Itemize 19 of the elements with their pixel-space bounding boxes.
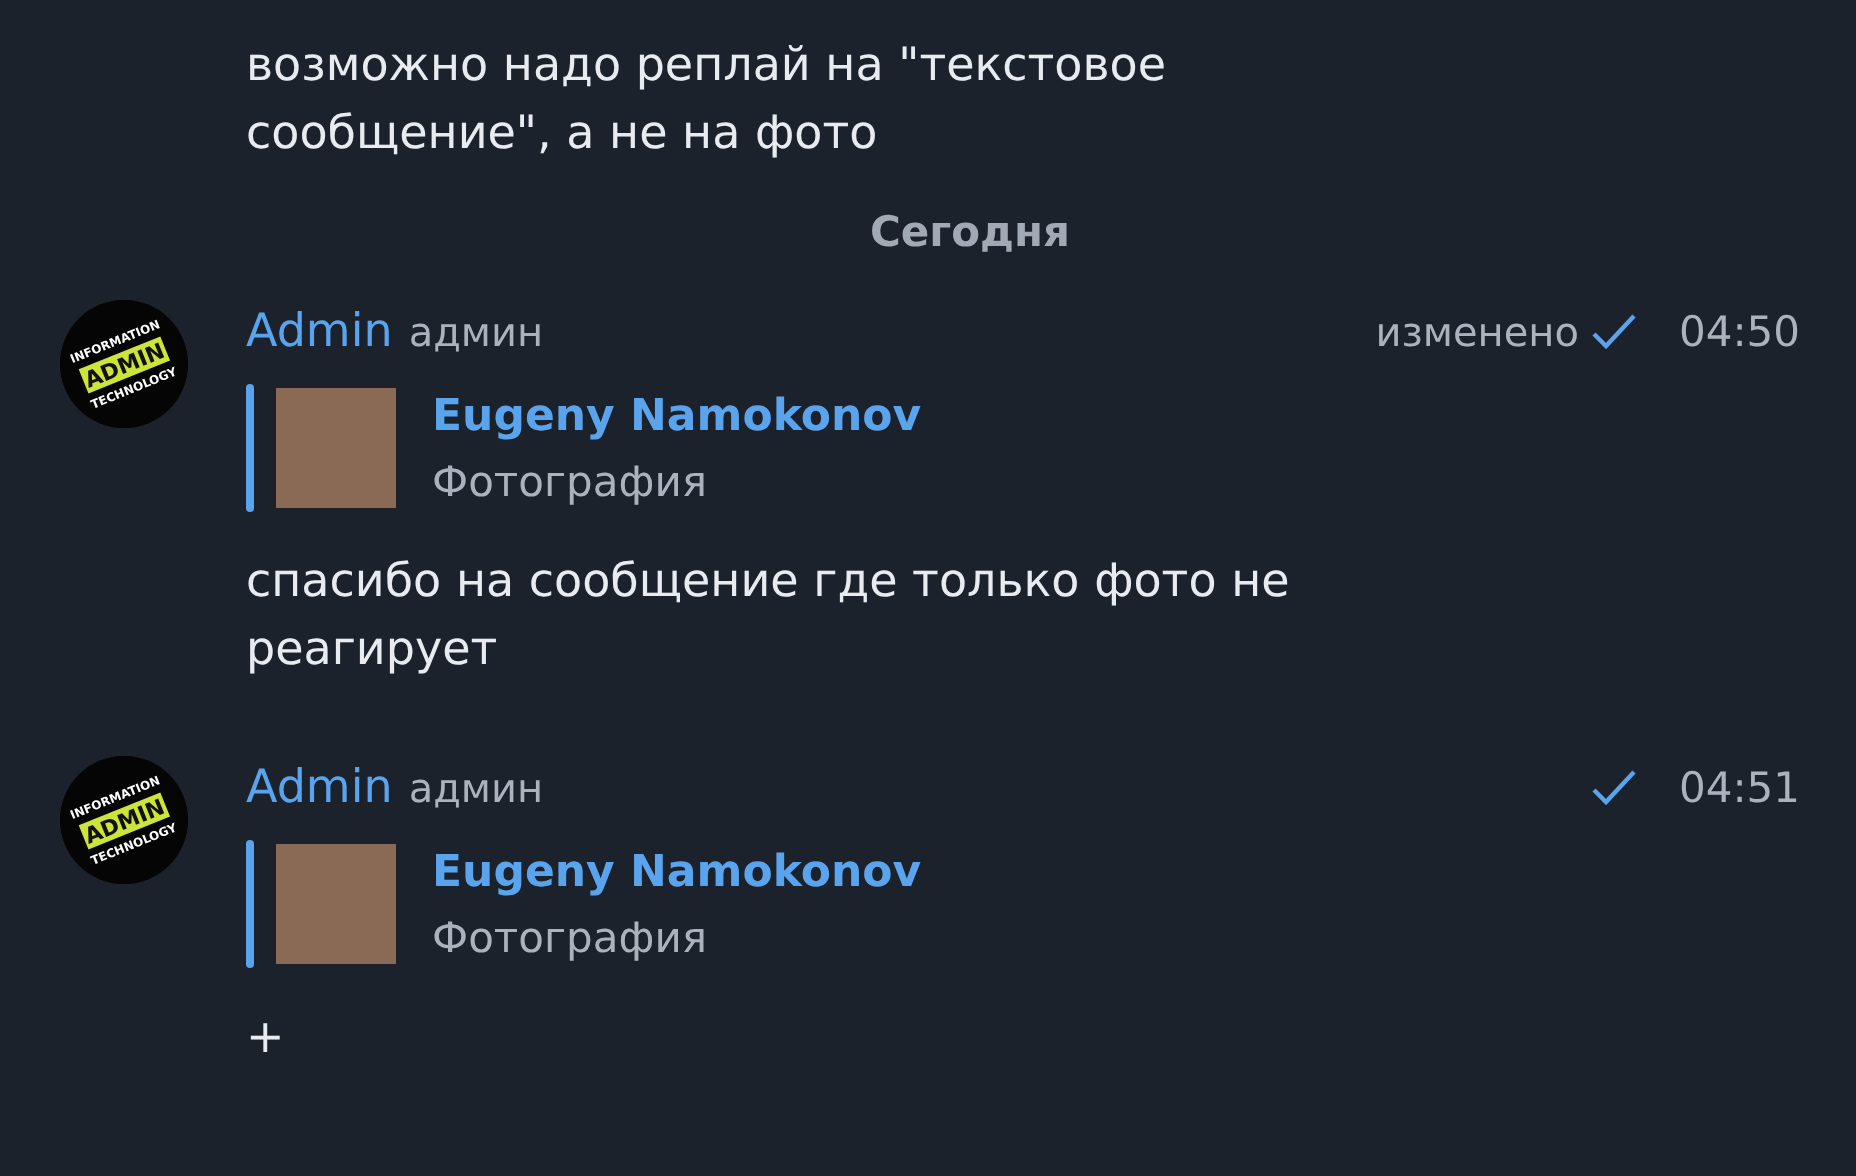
reply-text: Фотография (432, 456, 709, 510)
reply-author: Eugeny Namokonov (432, 390, 922, 446)
message-text: спасибо на сообщение где только фото не реагирует (246, 554, 1292, 680)
photo-placeholder (276, 844, 396, 964)
reply-quote[interactable]: Eugeny Namokonov Фотография (246, 840, 1800, 968)
reply-author: Eugeny Namokonov (432, 846, 922, 902)
message-time: 04:51 (1678, 764, 1800, 812)
role-label: админ (408, 308, 544, 356)
reply-quote[interactable]: Eugeny Namokonov Фотография (246, 384, 1800, 512)
role-label: админ (408, 764, 544, 812)
author-name[interactable]: Admin (246, 762, 393, 814)
reply-text: Фотография (432, 912, 709, 966)
message-text: + (246, 1010, 287, 1068)
author-name[interactable]: Admin (246, 306, 393, 358)
photo-placeholder (276, 388, 396, 508)
message-time: 04:50 (1678, 308, 1800, 356)
message-text: возможно надо реплай на "текстовое сообщение", а не на фото (246, 38, 1169, 164)
edited-label: изменено (1375, 308, 1579, 356)
date-separator: Сегодня (869, 208, 1070, 256)
